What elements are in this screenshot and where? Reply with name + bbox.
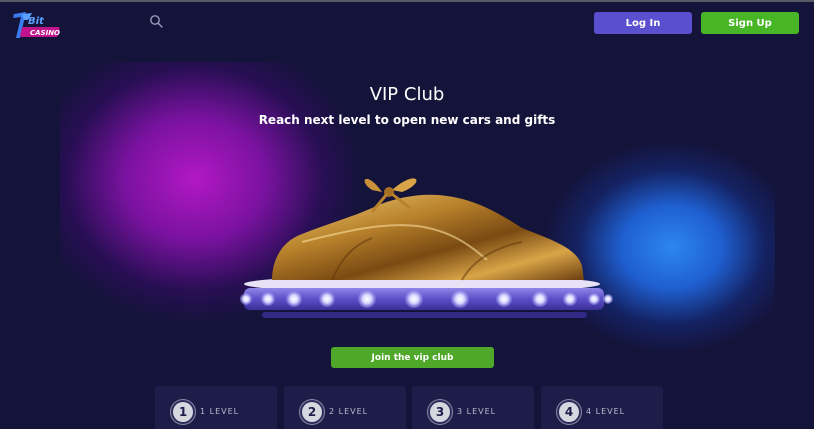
join-vip-button[interactable]: Join the vip club xyxy=(331,347,494,368)
level-label: 3 LEVEL xyxy=(457,407,497,416)
svg-text:CASINO: CASINO xyxy=(30,29,60,37)
logo[interactable]: Bit CASINO xyxy=(10,8,68,42)
level-number-badge: 1 xyxy=(173,402,193,422)
login-button[interactable]: Log In xyxy=(594,12,692,34)
level-label: 1 LEVEL xyxy=(200,407,240,416)
search-icon[interactable] xyxy=(149,14,163,28)
level-card-1[interactable]: 1 1 LEVEL xyxy=(155,386,277,429)
level-card-2[interactable]: 2 2 LEVEL xyxy=(284,386,406,429)
header: Bit CASINO Log In Sign Up xyxy=(0,2,814,46)
level-number-badge: 3 xyxy=(430,402,450,422)
page-subtitle: Reach next level to open new cars and gi… xyxy=(258,113,556,127)
svg-text:Bit: Bit xyxy=(28,16,45,27)
level-label: 2 LEVEL xyxy=(329,407,369,416)
gift-car-image xyxy=(240,178,613,318)
levels-row: 1 1 LEVEL 2 2 LEVEL 3 3 LEVEL 4 4 LEVEL xyxy=(155,386,665,429)
level-number-badge: 4 xyxy=(559,402,579,422)
page: Bit CASINO Log In Sign Up VIP Club Reach… xyxy=(0,0,814,429)
level-card-4[interactable]: 4 4 LEVEL xyxy=(541,386,663,429)
page-title: VIP Club xyxy=(369,84,445,105)
level-label: 4 LEVEL xyxy=(586,407,626,416)
level-number-badge: 2 xyxy=(302,402,322,422)
level-card-3[interactable]: 3 3 LEVEL xyxy=(412,386,534,429)
signup-button[interactable]: Sign Up xyxy=(701,12,799,34)
